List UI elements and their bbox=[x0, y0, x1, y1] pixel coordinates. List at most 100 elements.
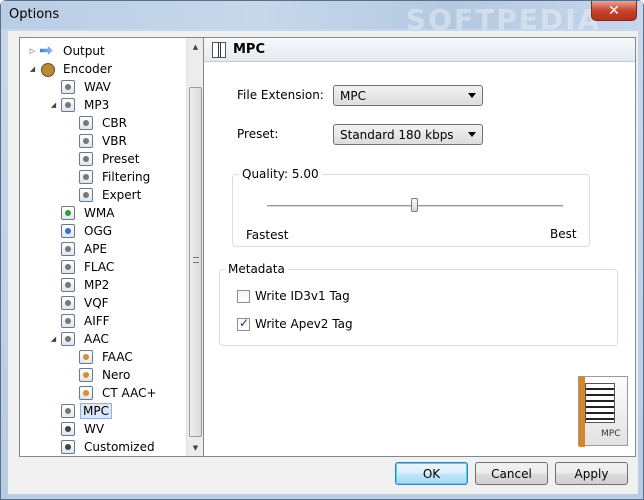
tree-item-vqf[interactable]: VQF bbox=[49, 294, 113, 312]
settings-icon bbox=[79, 116, 93, 130]
tree-item-label: VQF bbox=[84, 296, 109, 310]
apply-button[interactable]: Apply bbox=[555, 462, 628, 485]
settings-icon bbox=[79, 188, 93, 202]
scroll-up-button[interactable]: ▲ bbox=[187, 38, 204, 55]
no-expander bbox=[67, 389, 76, 398]
tree-item-wma[interactable]: WMA bbox=[49, 204, 118, 222]
file-extension-label: File Extension: bbox=[237, 88, 324, 102]
tree-item-label: Expert bbox=[102, 188, 142, 202]
title-bar[interactable]: Options SOFTPEDIA ✕ bbox=[1, 1, 643, 36]
tree-item-label: Encoder bbox=[63, 62, 113, 76]
tree-item-expert[interactable]: Expert bbox=[67, 186, 145, 204]
quality-group: Quality: 5.00 Fastest Best bbox=[232, 167, 590, 247]
aiff-icon bbox=[61, 314, 75, 328]
faac-icon bbox=[79, 350, 93, 364]
tree-item-label: CT AAC+ bbox=[102, 386, 157, 400]
tree-item-mp3[interactable]: ◢ MP3 bbox=[49, 96, 113, 114]
tree-item-flac[interactable]: FLAC bbox=[49, 258, 118, 276]
collapse-icon[interactable]: ◢ bbox=[49, 101, 58, 110]
collapse-icon[interactable]: ◢ bbox=[49, 335, 58, 344]
mp3-icon bbox=[61, 98, 75, 112]
tree-item-wav[interactable]: WAV bbox=[49, 78, 115, 96]
preset-select[interactable]: Standard 180 kbps bbox=[333, 124, 483, 145]
no-expander bbox=[67, 353, 76, 362]
flac-icon bbox=[61, 260, 75, 274]
tree-item-vbr[interactable]: VBR bbox=[67, 132, 131, 150]
wv-icon bbox=[61, 422, 75, 436]
file-extension-select[interactable]: MPC bbox=[333, 85, 483, 106]
tree-item-label: WMA bbox=[84, 206, 115, 220]
scroll-down-button[interactable]: ▼ bbox=[187, 439, 204, 456]
no-expander bbox=[49, 209, 58, 218]
mpc-icon bbox=[61, 404, 75, 418]
tree-item-mpc[interactable]: MPC bbox=[49, 402, 112, 420]
aac-icon bbox=[61, 332, 75, 346]
options-window: Options SOFTPEDIA ✕ ▷ Output ◢ Encoder WAV ◢ M… bbox=[0, 0, 644, 500]
tree-item-label: Customized bbox=[84, 440, 155, 454]
no-expander bbox=[67, 371, 76, 380]
tree-item-cbr[interactable]: CBR bbox=[67, 114, 131, 132]
tree-item-label: AAC bbox=[84, 332, 109, 346]
tree-item-label: MPC bbox=[80, 403, 112, 419]
tree-item-label: CBR bbox=[102, 116, 127, 130]
expand-icon[interactable]: ▷ bbox=[28, 47, 37, 56]
scroll-thumb[interactable] bbox=[189, 87, 202, 437]
settings-panel: MPC File Extension: MPC Preset: Standard… bbox=[203, 37, 636, 457]
tree-item-output[interactable]: ▷ Output bbox=[28, 42, 109, 60]
piano-icon bbox=[585, 383, 615, 423]
gear-icon bbox=[40, 62, 55, 77]
tree-item-nero[interactable]: Nero bbox=[67, 366, 134, 384]
no-expander bbox=[49, 245, 58, 254]
mpc-icon bbox=[212, 41, 226, 58]
tree-list: ▷ Output ◢ Encoder WAV ◢ MP3 CBR VBR Preset Filter… bbox=[20, 38, 186, 456]
tree-item-encoder[interactable]: ◢ Encoder bbox=[28, 60, 116, 78]
tree-item-ape[interactable]: APE bbox=[49, 240, 111, 258]
tree-item-ct-aac-[interactable]: CT AAC+ bbox=[67, 384, 161, 402]
no-expander bbox=[49, 263, 58, 272]
no-expander bbox=[67, 137, 76, 146]
tree-item-ogg[interactable]: OGG bbox=[49, 222, 116, 240]
tree-item-label: WAV bbox=[84, 80, 111, 94]
tree-item-label: MP2 bbox=[84, 278, 110, 292]
id3v1-label[interactable]: Write ID3v1 Tag bbox=[255, 289, 350, 303]
category-tree: ▷ Output ◢ Encoder WAV ◢ MP3 CBR VBR Preset Filter… bbox=[19, 37, 205, 457]
tree-item-label: FLAC bbox=[84, 260, 115, 274]
arrow-icon bbox=[40, 44, 54, 58]
no-expander bbox=[49, 83, 58, 92]
no-expander bbox=[67, 173, 76, 182]
chevron-down-icon bbox=[468, 93, 476, 98]
fastest-label: Fastest bbox=[246, 228, 289, 242]
ok-button[interactable]: OK bbox=[395, 462, 468, 485]
tree-item-preset[interactable]: Preset bbox=[67, 150, 143, 168]
collapse-icon[interactable]: ◢ bbox=[28, 65, 37, 74]
close-icon: ✕ bbox=[608, 2, 620, 19]
mpc-format-icon: MPC bbox=[578, 376, 628, 447]
tree-item-aac[interactable]: ◢ AAC bbox=[49, 330, 113, 348]
quality-slider-thumb[interactable] bbox=[411, 198, 418, 212]
id3v1-checkbox[interactable] bbox=[237, 290, 250, 303]
tree-item-label: Preset bbox=[102, 152, 140, 166]
tree-scrollbar[interactable]: ▲ ▼ bbox=[186, 38, 204, 456]
tree-item-faac[interactable]: FAAC bbox=[67, 348, 137, 366]
close-button[interactable]: ✕ bbox=[591, 1, 637, 21]
no-expander bbox=[67, 119, 76, 128]
tree-item-wv[interactable]: WV bbox=[49, 420, 108, 438]
preset-label: Preset: bbox=[237, 127, 279, 141]
tree-item-label: OGG bbox=[84, 224, 113, 238]
tree-item-aiff[interactable]: AIFF bbox=[49, 312, 114, 330]
tree-item-filtering[interactable]: Filtering bbox=[67, 168, 154, 186]
no-expander bbox=[49, 299, 58, 308]
tree-item-mp2[interactable]: MP2 bbox=[49, 276, 113, 294]
tree-item-label: Nero bbox=[102, 368, 131, 382]
file-extension-value: MPC bbox=[340, 88, 366, 103]
apev2-checkbox[interactable] bbox=[237, 316, 250, 331]
grip-icon bbox=[193, 257, 199, 263]
mpc-icon-caption: MPC bbox=[601, 429, 621, 439]
no-expander bbox=[49, 407, 58, 416]
tree-item-customized[interactable]: Customized bbox=[49, 438, 159, 456]
cancel-button[interactable]: Cancel bbox=[475, 462, 548, 485]
no-expander bbox=[49, 443, 58, 452]
tree-item-label: VBR bbox=[102, 134, 127, 148]
panel-header: MPC bbox=[204, 38, 635, 62]
apev2-label[interactable]: Write Apev2 Tag bbox=[255, 317, 353, 331]
